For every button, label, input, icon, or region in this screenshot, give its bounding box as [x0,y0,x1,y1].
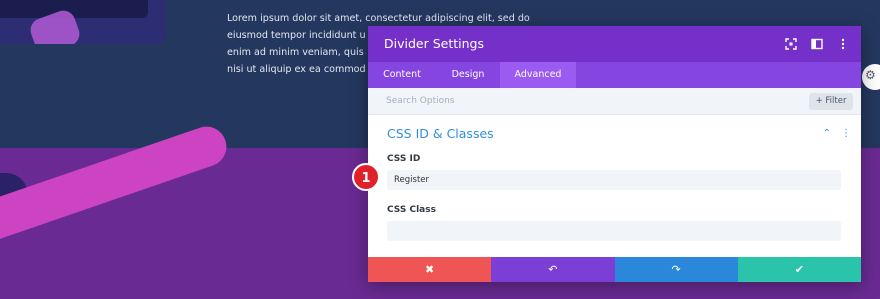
save-button[interactable]: ✔ [737,257,861,282]
tab-design[interactable]: Design [436,62,500,88]
more-vertical-icon[interactable]: ⋮ [841,128,851,139]
modal-title: Divider Settings [384,36,484,51]
gear-icon: ⚙ [865,68,876,82]
css-id-field[interactable]: Register [387,170,841,190]
cancel-button[interactable]: ✖ [368,257,492,282]
modal-actions: ✖ ↶ ↷ ✔ [368,257,861,282]
undo-button[interactable]: ↶ [491,257,615,282]
image-card [0,0,166,44]
step-number-badge: 1 [352,163,380,191]
chevron-up-icon[interactable]: ⌃ [823,128,831,139]
modal-header: Divider Settings [368,26,861,62]
search-input[interactable]: Search Options [386,96,455,106]
tab-content[interactable]: Content [368,62,436,88]
more-vertical-icon[interactable] [837,38,849,50]
css-class-field[interactable] [387,221,841,241]
lorem-line: Lorem ipsum dolor sit amet, consectetur … [227,13,530,24]
section-title[interactable]: CSS ID & Classes [387,126,494,141]
css-class-label: CSS Class [387,205,436,215]
sidebar-icon[interactable] [811,38,823,50]
fullscreen-icon[interactable] [785,38,797,50]
check-icon: ✔ [794,263,804,276]
css-id-label: CSS ID [387,154,421,164]
undo-icon: ↶ [548,263,558,276]
close-icon: ✖ [425,263,435,276]
tab-advanced[interactable]: Advanced [500,62,576,88]
divider-settings-modal: Divider Settings Content Design Advanced… [368,26,861,282]
modal-tabs: Content Design Advanced [368,62,861,88]
redo-button[interactable]: ↷ [614,257,738,282]
search-row: Search Options + Filter [368,88,861,115]
redo-icon: ↷ [671,263,681,276]
filter-button[interactable]: + Filter [809,93,853,110]
